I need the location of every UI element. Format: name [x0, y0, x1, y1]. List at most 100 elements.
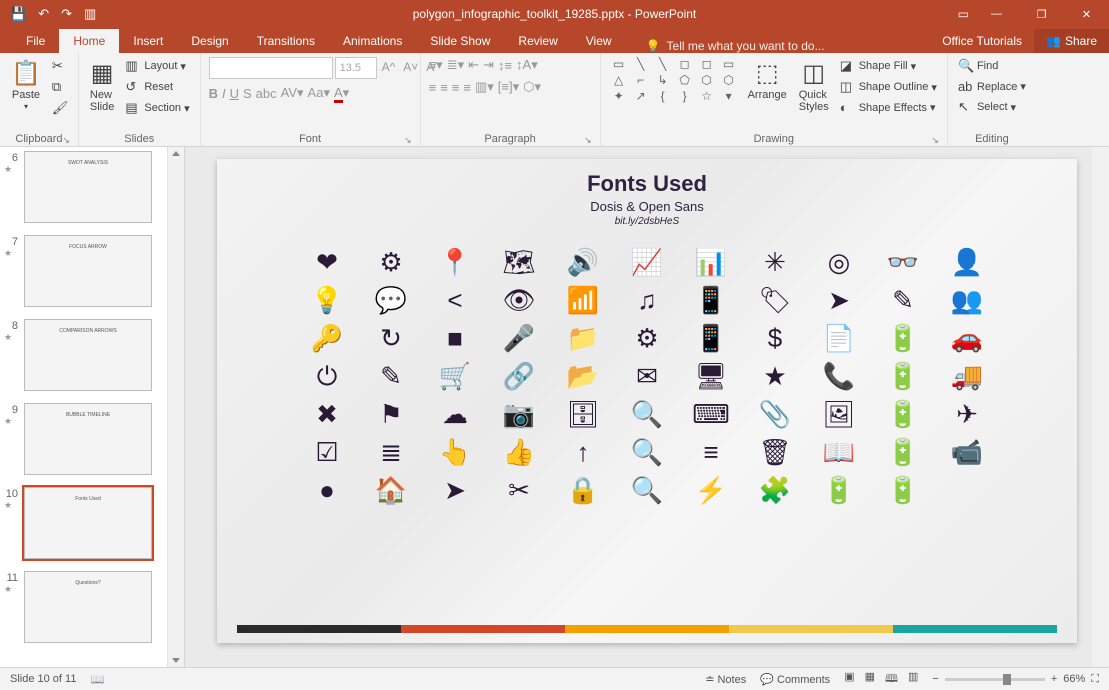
slide-icon-54[interactable]: ✈: [947, 401, 987, 427]
slide-icon-4[interactable]: 🔊: [563, 249, 603, 275]
font-size-combo[interactable]: 13.5: [335, 57, 377, 79]
slide-icon-50[interactable]: ⌨: [691, 401, 731, 427]
notes-button[interactable]: ≐ Notes: [705, 673, 746, 686]
launcher-icon[interactable]: ↘: [584, 135, 592, 146]
font-color-icon[interactable]: A▾: [334, 85, 349, 101]
indent-inc-icon[interactable]: ⇥: [483, 57, 494, 73]
slide-icon-21[interactable]: 👥: [947, 287, 987, 313]
tab-transitions[interactable]: Transitions: [243, 29, 329, 53]
fit-window-icon[interactable]: ⛶: [1091, 673, 1099, 686]
zoom-in-icon[interactable]: +: [1051, 673, 1057, 685]
shrink-font-icon[interactable]: A˅: [400, 57, 421, 79]
shape-effects-button[interactable]: ◐Shape Effects ▾: [838, 99, 939, 116]
slide-editor[interactable]: Fonts Used Dosis & Open Sans bit.ly/2dsb…: [185, 147, 1109, 667]
slide-icon-43[interactable]: 🚚: [947, 363, 987, 389]
slide-icon-62[interactable]: 🗑: [755, 439, 795, 465]
slide-icon-64[interactable]: 🔋: [883, 439, 923, 465]
comments-button[interactable]: 💬 Comments: [760, 673, 830, 686]
align-left-icon[interactable]: ≡: [429, 80, 437, 95]
zoom-level[interactable]: 66%: [1063, 673, 1085, 685]
redo-icon[interactable]: ↷: [61, 6, 72, 22]
slide-title-block[interactable]: Fonts Used Dosis & Open Sans bit.ly/2dsb…: [217, 159, 1077, 227]
slide-counter[interactable]: Slide 10 of 11: [10, 673, 76, 685]
launcher-icon[interactable]: ↘: [62, 135, 70, 146]
text-direction-icon[interactable]: ↕A▾: [516, 57, 538, 73]
thumbnail-scrollbar[interactable]: [167, 147, 184, 667]
slide-icon-73[interactable]: 🧩: [755, 477, 795, 503]
justify-icon[interactable]: ≡: [463, 80, 471, 95]
slide-icon-70[interactable]: 🔒: [563, 477, 603, 503]
icon-grid[interactable]: ❤⚙📍🗺🔊📈📊✳◎👓👤💡💬<👁📶♫📱🏷➤✎👥🔑↻■🎤📁⚙📱$📄🔋🚗⏻✎🛒🔗📂✉🖥…: [217, 227, 1077, 503]
slide-icon-44[interactable]: ✖: [307, 401, 347, 427]
start-slideshow-icon[interactable]: ▥: [84, 6, 96, 22]
arrange-button[interactable]: ⬚Arrange: [745, 57, 790, 103]
line-spacing-icon[interactable]: ↕≡: [498, 58, 512, 73]
strike-icon[interactable]: S: [243, 86, 252, 101]
undo-icon[interactable]: ↶: [38, 6, 49, 22]
slide-icon-0[interactable]: ❤: [307, 249, 347, 275]
tab-animations[interactable]: Animations: [329, 29, 416, 53]
launcher-icon[interactable]: ↘: [404, 135, 412, 146]
slide-icon-23[interactable]: ↻: [371, 325, 411, 351]
spacing-icon[interactable]: AV▾: [281, 85, 304, 101]
ribbon-options-icon[interactable]: ▭: [958, 7, 969, 21]
new-slide-button[interactable]: ▦New Slide: [87, 57, 117, 115]
thumbnail-10[interactable]: 10★Fonts Used: [4, 487, 176, 559]
slide-icon-65[interactable]: 📹: [947, 439, 987, 465]
slide-icon-59[interactable]: ↑: [563, 439, 603, 465]
format-painter-button[interactable]: 🖌: [50, 99, 70, 117]
slide-icon-63[interactable]: 📖: [819, 439, 859, 465]
slide-icon-39[interactable]: 🖥: [691, 363, 731, 389]
slide-icon-55[interactable]: ☑: [307, 439, 347, 465]
copy-button[interactable]: ⧉: [50, 78, 70, 96]
tell-me-search[interactable]: 💡 Tell me what you want to do...: [626, 39, 825, 53]
slide-icon-66[interactable]: ●: [307, 477, 347, 503]
slide-icon-38[interactable]: ✉: [627, 363, 667, 389]
slide-icon-29[interactable]: $: [755, 325, 795, 351]
thumbnail-9[interactable]: 9★BUBBLE TIMELINE: [4, 403, 176, 475]
underline-icon[interactable]: U: [230, 86, 239, 101]
zoom-out-icon[interactable]: −: [932, 673, 938, 685]
indent-dec-icon[interactable]: ⇤: [468, 57, 479, 73]
slide-icon-13[interactable]: <: [435, 287, 475, 313]
italic-icon[interactable]: I: [222, 86, 226, 101]
slide-icon-6[interactable]: 📊: [691, 249, 731, 275]
slide-icon-36[interactable]: 🔗: [499, 363, 539, 389]
slide-icon-40[interactable]: ★: [755, 363, 795, 389]
slide-icon-20[interactable]: ✎: [883, 287, 923, 313]
slide-icon-46[interactable]: ☁: [435, 401, 475, 427]
slide-icon-30[interactable]: 📄: [819, 325, 859, 351]
grow-font-icon[interactable]: A^: [379, 57, 399, 79]
slide-icon-11[interactable]: 💡: [307, 287, 347, 313]
slide-icon-60[interactable]: 🔍: [627, 439, 667, 465]
slide-icon-67[interactable]: 🏠: [371, 477, 411, 503]
slide-icon-47[interactable]: 📷: [499, 401, 539, 427]
slide-icon-15[interactable]: 📶: [563, 287, 603, 313]
slide-icon-42[interactable]: 🔋: [883, 363, 923, 389]
shape-fill-button[interactable]: ◪Shape Fill ▾: [838, 57, 939, 75]
slide-icon-72[interactable]: ⚡: [691, 477, 731, 503]
slide-icon-45[interactable]: ⚑: [371, 401, 411, 427]
close-button[interactable]: ✕: [1064, 0, 1109, 28]
slide-icon-31[interactable]: 🔋: [883, 325, 923, 351]
section-button[interactable]: ▤Section ▾: [123, 99, 191, 117]
slide-icon-10[interactable]: 👤: [947, 249, 987, 275]
slide-icon-48[interactable]: 🗄: [563, 401, 603, 427]
slide-icon-22[interactable]: 🔑: [307, 325, 347, 351]
slide-icon-69[interactable]: ✂: [499, 477, 539, 503]
slide-icon-58[interactable]: 👍: [499, 439, 539, 465]
save-icon[interactable]: 💾: [10, 6, 26, 22]
bold-icon[interactable]: B: [209, 86, 218, 101]
slide-icon-9[interactable]: 👓: [883, 249, 923, 275]
select-button[interactable]: ↖Select ▾: [956, 98, 1028, 116]
slide-icon-35[interactable]: 🛒: [435, 363, 475, 389]
slide-icon-25[interactable]: 🎤: [499, 325, 539, 351]
slide-icon-61[interactable]: ≡: [691, 439, 731, 465]
reset-button[interactable]: ↺Reset: [123, 78, 191, 96]
normal-view-icon[interactable]: ▣: [844, 670, 854, 689]
slide-canvas[interactable]: Fonts Used Dosis & Open Sans bit.ly/2dsb…: [217, 159, 1077, 643]
slide-icon-3[interactable]: 🗺: [499, 249, 539, 275]
slide-icon-56[interactable]: ≣: [371, 439, 411, 465]
thumbnail-7[interactable]: 7★FOCUS ARROW: [4, 235, 176, 307]
slide-icon-8[interactable]: ◎: [819, 249, 859, 275]
